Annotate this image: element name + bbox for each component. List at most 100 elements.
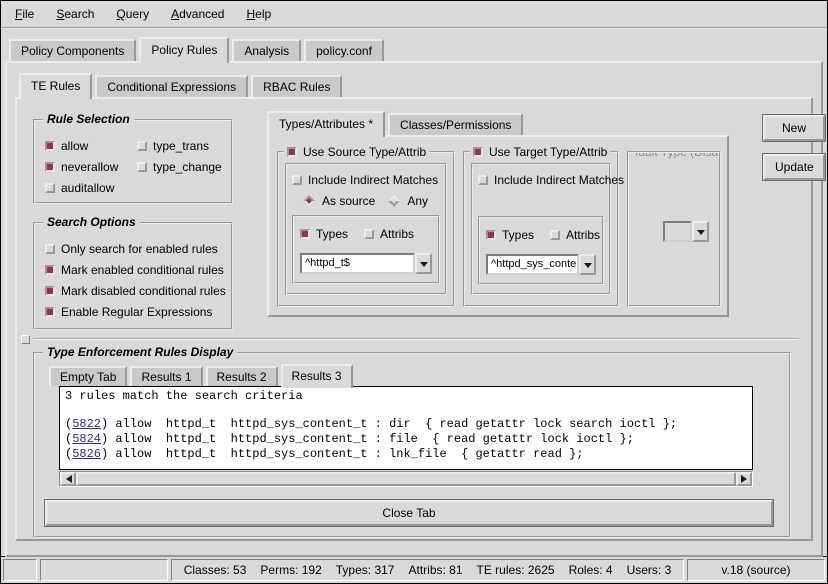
- checkbox-mark-enabled-conditional[interactable]: Mark enabled conditional rules: [45, 259, 225, 280]
- source-type-combo: ^httpd_t$: [300, 253, 432, 274]
- sash-handle[interactable]: [21, 335, 30, 344]
- menu-query[interactable]: Query: [116, 7, 149, 21]
- target-type-combo: ^httpd_sys_content_t$: [486, 254, 596, 275]
- scroll-left-arrow-icon[interactable]: [60, 472, 76, 486]
- triangle-glyph: [697, 230, 705, 239]
- source-type-entry[interactable]: ^httpd_t$: [300, 253, 415, 274]
- rule-selection-group: Rule Selection allow type_trans: [33, 119, 233, 204]
- tab-policy-components[interactable]: Policy Components: [9, 39, 136, 61]
- rule-selection-title: Rule Selection: [43, 112, 134, 126]
- stat-attribs: Attribs: 81: [408, 563, 462, 577]
- statusbar: Classes: 53 Perms: 192 Types: 317 Attrib…: [1, 556, 827, 583]
- tab-policy-conf[interactable]: policy.conf: [304, 39, 384, 61]
- triangle-glyph: [420, 262, 428, 271]
- search-options-title: Search Options: [43, 215, 140, 229]
- checkbox-label: auditallow: [61, 181, 114, 195]
- source-type-group: Use Source Type/Attrib Include Indirect …: [277, 151, 455, 307]
- checkbox-label: Enable Regular Expressions: [61, 305, 212, 319]
- tab-analysis[interactable]: Analysis: [232, 39, 301, 61]
- close-tab-button[interactable]: Close Tab: [45, 500, 773, 526]
- default-type-entry: [663, 221, 692, 242]
- radio-any[interactable]: Any: [387, 191, 428, 212]
- scroll-right-arrow-icon[interactable]: [736, 472, 752, 486]
- scrollbar-thumb[interactable]: [76, 472, 736, 486]
- rule-link[interactable]: 5822: [72, 417, 101, 431]
- tab-results-3[interactable]: Results 3: [281, 364, 353, 388]
- tab-empty[interactable]: Empty Tab: [49, 366, 127, 386]
- tab-conditional-expressions[interactable]: Conditional Expressions: [95, 75, 248, 97]
- checkbox-label: Types: [502, 228, 534, 242]
- results-hscrollbar[interactable]: [59, 471, 753, 487]
- checkbox-icon: [292, 175, 302, 185]
- checkbox-allow[interactable]: allow: [45, 135, 137, 156]
- checkbox-label: Include Indirect Matches: [494, 173, 624, 187]
- checkbox-source-include-indirect[interactable]: Include Indirect Matches: [292, 169, 440, 190]
- target-type-entry[interactable]: ^httpd_sys_content_t$: [486, 254, 579, 275]
- checkbox-enable-regex[interactable]: Enable Regular Expressions: [45, 301, 225, 322]
- sash-line: [33, 338, 799, 340]
- tab-te-rules[interactable]: TE Rules: [19, 73, 92, 99]
- radio-label: As source: [322, 194, 375, 208]
- radio-icon: [303, 195, 314, 206]
- tab-policy-rules[interactable]: Policy Rules: [139, 37, 229, 63]
- rule-text: ) allow httpd_t httpd_sys_content_t : di…: [101, 417, 677, 431]
- search-criteria-row: Rule Selection allow type_trans: [17, 99, 811, 330]
- checkbox-only-enabled-rules[interactable]: Only search for enabled rules: [45, 238, 225, 259]
- checkbox-source-types[interactable]: Types: [300, 223, 348, 244]
- stat-roles: Roles: 4: [569, 563, 613, 577]
- tab-rbac-rules[interactable]: RBAC Rules: [251, 75, 342, 97]
- stat-classes: Classes: 53: [184, 563, 247, 577]
- checkbox-target-include-indirect[interactable]: Include Indirect Matches: [478, 169, 604, 190]
- app-window: File Search Query Advanced Help Policy C…: [0, 0, 828, 584]
- checkbox-use-source-type[interactable]: Use Source Type/Attrib: [284, 142, 429, 162]
- default-type-combo: [663, 221, 709, 242]
- checkbox-icon: [137, 141, 147, 151]
- results-text-area[interactable]: 3 rules match the search criteria (5822)…: [59, 386, 753, 470]
- rule-link[interactable]: 5826: [72, 447, 101, 461]
- tab-classes-permissions[interactable]: Classes/Permissions: [388, 113, 523, 135]
- checkbox-label: Use Target Type/Attrib: [489, 145, 607, 159]
- checkbox-icon: [45, 244, 55, 254]
- tab-types-attributes[interactable]: Types/Attributes *: [267, 111, 385, 137]
- checkbox-label: allow: [61, 139, 88, 153]
- checkbox-label: Types: [316, 227, 348, 241]
- checkbox-target-types[interactable]: Types: [486, 224, 534, 245]
- checkbox-icon: [486, 230, 496, 240]
- checkbox-target-attribs[interactable]: Attribs: [550, 224, 600, 245]
- chevron-down-icon[interactable]: [415, 253, 432, 274]
- default-type-group: fault Type (Disa: [627, 151, 721, 307]
- menu-search[interactable]: Search: [56, 7, 94, 21]
- checkbox-label: type_change: [153, 160, 222, 174]
- types-tabstrip: Types/Attributes * Classes/Permissions: [267, 111, 729, 135]
- triangle-glyph: [584, 263, 592, 272]
- update-button[interactable]: Update: [763, 154, 825, 180]
- menu-help[interactable]: Help: [246, 7, 271, 21]
- checkbox-type-trans[interactable]: type_trans: [137, 135, 225, 156]
- status-panel-empty-1: [3, 559, 37, 581]
- triangle-glyph: [62, 475, 72, 483]
- rule-link[interactable]: 5824: [72, 432, 101, 446]
- target-types-box: Types Attribs ^httpd_sys_content_t: [478, 216, 604, 285]
- target-type-group: Use Target Type/Attrib Include Indirect …: [463, 151, 619, 307]
- menu-advanced[interactable]: Advanced: [171, 7, 224, 21]
- rule-selection-grid: allow type_trans neverallow: [45, 135, 223, 198]
- tab-results-2[interactable]: Results 2: [206, 366, 278, 386]
- checkbox-mark-disabled-conditional[interactable]: Mark disabled conditional rules: [45, 280, 225, 301]
- source-types-box: Types Attribs ^httpd_t$: [292, 215, 440, 284]
- checkbox-source-attribs[interactable]: Attribs: [364, 223, 414, 244]
- menu-file[interactable]: File: [15, 7, 34, 21]
- tab-results-1[interactable]: Results 1: [130, 366, 202, 386]
- chevron-down-icon[interactable]: [579, 254, 596, 275]
- checkbox-type-change[interactable]: type_change: [137, 156, 225, 177]
- checkbox-label: Include Indirect Matches: [308, 173, 438, 187]
- status-stats-panel: Classes: 53 Perms: 192 Types: 317 Attrib…: [171, 559, 684, 581]
- status-version-panel: v.18 (source): [687, 559, 825, 581]
- checkbox-auditallow[interactable]: auditallow: [45, 177, 137, 198]
- checkbox-use-target-type[interactable]: Use Target Type/Attrib: [470, 142, 610, 162]
- checkbox-icon: [300, 229, 310, 239]
- new-button[interactable]: New: [763, 115, 825, 141]
- checkbox-icon: [45, 265, 55, 275]
- status-panel-empty-2: [40, 559, 168, 581]
- radio-as-source[interactable]: As source: [302, 191, 375, 212]
- checkbox-neverallow[interactable]: neverallow: [45, 156, 137, 177]
